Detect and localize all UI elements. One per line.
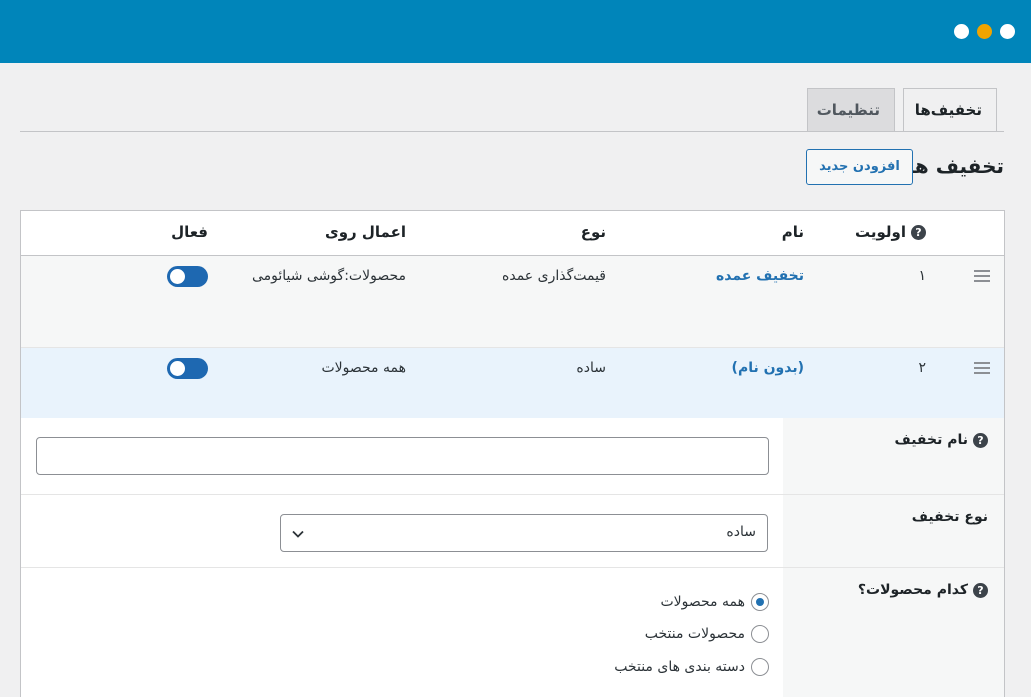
form-row-discount-name: ? نام تخفیف [21, 418, 1004, 495]
help-icon[interactable]: ? [973, 432, 988, 448]
top-bar [0, 0, 1031, 63]
tab-settings[interactable]: تنظیمات [807, 88, 895, 132]
form-label-column: نوع تخفیف [783, 495, 1004, 567]
discount-name-input[interactable] [36, 437, 769, 475]
table-row: ۲ (بدون نام) ساده همه محصولات [21, 348, 1004, 418]
radio-button[interactable] [751, 593, 769, 611]
products-label-text: کدام محصولات؟ [857, 582, 968, 598]
products-label: ? کدام محصولات؟ [858, 582, 988, 598]
header-type: نوع [580, 223, 606, 241]
radio-button[interactable] [751, 625, 769, 643]
radio-selected-categories[interactable]: دسته بندی های منتخب [614, 656, 769, 678]
section-title: تخفیف ها [907, 154, 1004, 178]
tab-divider [20, 131, 1004, 132]
chevron-down-icon [292, 530, 304, 538]
header-priority-label: اولویت [854, 223, 906, 241]
header-name: نام [781, 223, 804, 241]
radio-all-products[interactable]: همه محصولات [660, 591, 769, 613]
active-toggle[interactable] [167, 266, 208, 287]
row-name-link[interactable]: تخفیف عمده [716, 268, 804, 284]
header-active: فعال [171, 223, 208, 241]
radio-label: محصولات منتخب [644, 626, 745, 642]
discounts-table: ? اولویت نام نوع اعمال روی فعال ۱ تخفیف ع… [20, 210, 1005, 697]
table-row: ۱ تخفیف عمده قیمت‌گذاری عمده محصولات:گوش… [21, 256, 1004, 348]
row-type: قیمت‌گذاری عمده [502, 268, 606, 284]
window-controls [954, 24, 1015, 39]
toggle-knob [170, 269, 185, 284]
help-icon[interactable]: ? [973, 582, 988, 598]
active-toggle[interactable] [167, 358, 208, 379]
form-row-products: ? کدام محصولات؟ همه محصولات محصولات منتخب… [21, 568, 1004, 697]
radio-label: دسته بندی های منتخب [614, 659, 745, 675]
add-new-button[interactable]: افزودن جدید [806, 149, 913, 185]
drag-handle-icon[interactable] [974, 270, 990, 282]
discount-type-label: نوع تخفیف [911, 509, 988, 525]
radio-label: همه محصولات [660, 594, 745, 610]
radio-selected-products[interactable]: محصولات منتخب [645, 623, 769, 645]
discount-type-value: ساده [726, 524, 756, 540]
discount-name-label-text: نام تخفیف [894, 432, 968, 448]
toggle-knob [170, 361, 185, 376]
window-close-dot[interactable] [1000, 24, 1015, 39]
help-icon[interactable]: ? [911, 225, 926, 240]
form-label-column: ? نام تخفیف [783, 418, 1004, 494]
row-name-link[interactable]: (بدون نام) [732, 360, 804, 376]
window-maximize-dot[interactable] [954, 24, 969, 39]
header-applies-to: اعمال روی [324, 223, 406, 241]
row-priority: ۲ [918, 360, 926, 376]
row-applies-to: همه محصولات [321, 360, 406, 376]
tab-discounts[interactable]: تخفیف‌ها [903, 88, 997, 132]
drag-handle-icon[interactable] [974, 362, 990, 374]
form-label-column: ? کدام محصولات؟ [783, 568, 1004, 697]
discount-name-label: ? نام تخفیف [895, 432, 988, 448]
row-type: ساده [576, 360, 606, 376]
radio-button[interactable] [751, 658, 769, 676]
row-applies-to: محصولات:گوشی شیائومی [251, 268, 406, 284]
header-priority: ? اولویت [855, 223, 926, 241]
discount-type-select[interactable]: ساده [280, 514, 768, 552]
window-minimize-dot[interactable] [977, 24, 992, 39]
row-priority: ۱ [918, 268, 926, 284]
form-row-discount-type: نوع تخفیف ساده [21, 495, 1004, 568]
table-header: ? اولویت نام نوع اعمال روی فعال [21, 211, 1004, 256]
